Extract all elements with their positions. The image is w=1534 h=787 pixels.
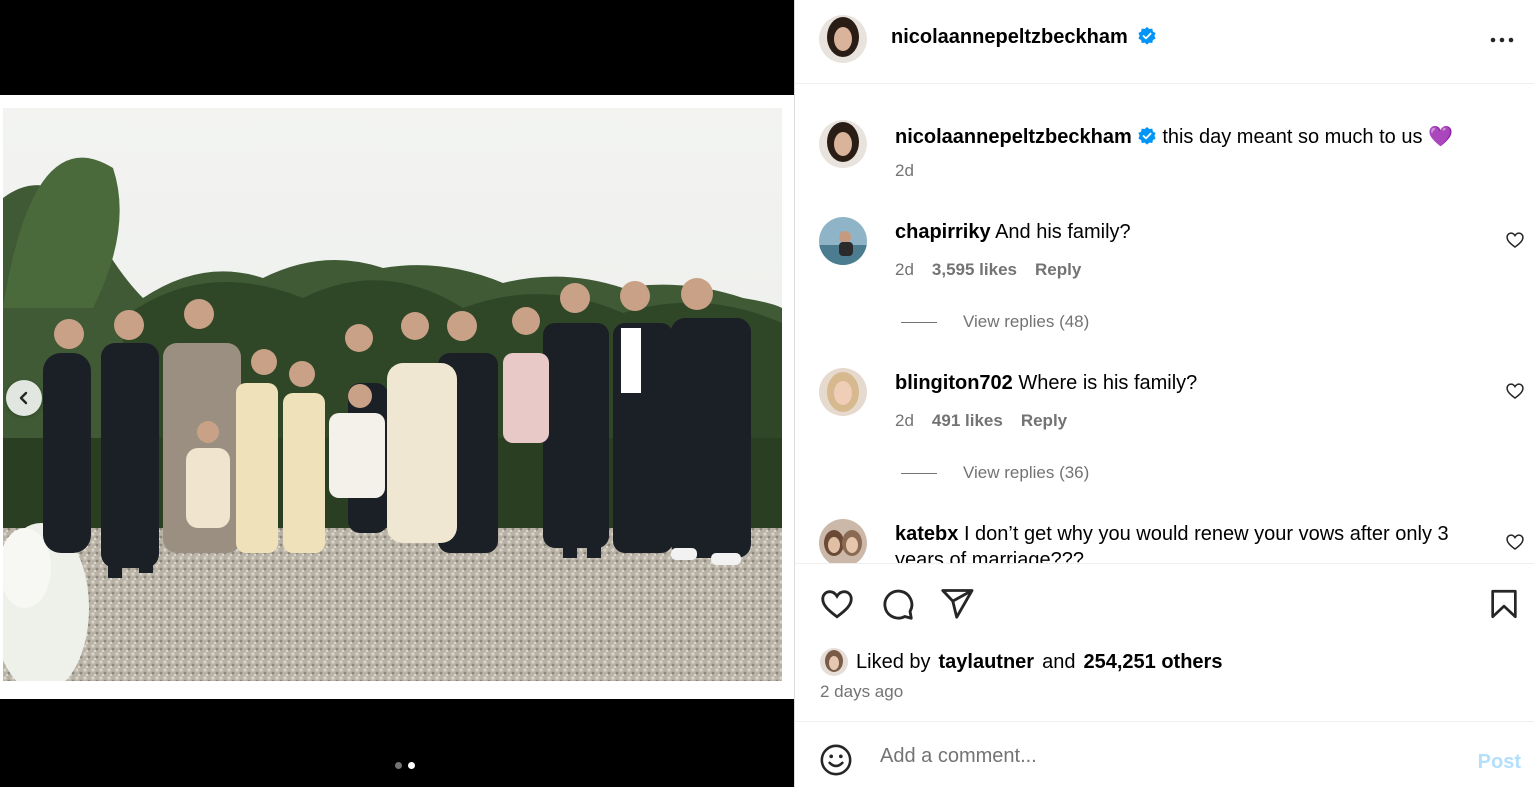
replies-divider (901, 321, 937, 323)
comments-list[interactable]: nicolaannepeltzbeckham this day meant so… (795, 85, 1534, 563)
more-options-button[interactable] (1489, 30, 1515, 55)
heart-icon (1506, 383, 1524, 400)
view-replies-button[interactable]: View replies (48) (901, 312, 1089, 332)
replies-divider (901, 472, 937, 474)
caption-row: nicolaannepeltzbeckham this day meant so… (795, 85, 1534, 195)
chevron-left-icon (19, 391, 28, 405)
author-avatar[interactable] (819, 15, 867, 63)
liked-by-and: and (1042, 650, 1076, 673)
comment-item: katebx I don’t get why you would renew y… (795, 517, 1534, 563)
comment-likes[interactable]: 491 likes (932, 411, 1003, 431)
comment-text-line: blingiton702 Where is his family? (895, 372, 1197, 395)
comment-username[interactable]: katebx (895, 523, 958, 545)
comment-username[interactable]: blingiton702 (895, 372, 1013, 394)
comment-text-continued: years of marriage??? (895, 549, 1084, 563)
verified-badge-icon (1138, 27, 1156, 45)
liked-by-others[interactable]: 254,251 others (1083, 651, 1222, 674)
heart-icon (1506, 534, 1524, 551)
comment-text: Where is his family? (1018, 372, 1198, 394)
verified-badge-icon (1138, 127, 1156, 145)
comment-like-button[interactable] (1505, 532, 1525, 557)
emoji-icon (820, 744, 852, 776)
header-username-wrap: nicolaannepeltzbeckham (891, 26, 1157, 49)
comment-avatar[interactable] (819, 217, 867, 265)
caption-text-line: nicolaannepeltzbeckham this day meant so… (895, 124, 1453, 149)
comment-like-button[interactable] (1505, 230, 1525, 255)
comment-meta: 2d 491 likes Reply (895, 411, 1067, 431)
likes-summary: Liked by taylautner and 254,251 others (820, 648, 1222, 676)
reply-button[interactable]: Reply (1021, 411, 1067, 431)
comment-icon (883, 589, 914, 620)
comment-age[interactable]: 2d (895, 411, 914, 431)
author-username[interactable]: nicolaannepeltzbeckham (891, 26, 1128, 48)
comment-text-line: chapirriky And his family? (895, 221, 1131, 244)
view-replies-label: View replies (48) (963, 312, 1090, 331)
comment-text-line-2: years of marriage??? (895, 549, 1084, 563)
share-button[interactable] (939, 586, 975, 627)
comment-text: And his family? (995, 221, 1131, 243)
caption-age[interactable]: 2d (895, 161, 914, 181)
post-details-pane: nicolaannepeltzbeckham nicolaannepeltzbe… (794, 0, 1534, 787)
photo-frame (0, 95, 794, 769)
post-photo (3, 108, 782, 681)
carousel-dot (395, 762, 402, 769)
comment-input[interactable] (880, 740, 1440, 772)
view-replies-label: View replies (36) (963, 463, 1090, 482)
liked-by-prefix: Liked by (856, 650, 931, 673)
post-timestamp[interactable]: 2 days ago (820, 682, 903, 702)
comment-like-button[interactable] (1505, 381, 1525, 406)
comment-item: blingiton702 Where is his family? 2d 491… (795, 366, 1534, 496)
comment-text-line: katebx I don’t get why you would renew y… (895, 523, 1449, 546)
save-button[interactable] (1487, 586, 1521, 627)
carousel-dot-active (408, 762, 415, 769)
comment-username[interactable]: chapirriky (895, 221, 991, 243)
post-media-pane (0, 0, 794, 787)
bookmark-icon (1491, 589, 1517, 619)
comment-age[interactable]: 2d (895, 260, 914, 280)
comment-button[interactable] (879, 586, 915, 627)
share-icon (941, 589, 974, 619)
comment-avatar[interactable] (819, 368, 867, 416)
comment-avatar[interactable] (819, 519, 867, 563)
liker-avatar[interactable] (820, 648, 848, 676)
comment-composer: Post (795, 721, 1534, 787)
emoji-picker-button[interactable] (819, 743, 853, 782)
reply-button[interactable]: Reply (1035, 260, 1081, 280)
post-comment-button[interactable]: Post (1478, 751, 1521, 774)
caption-text: this day meant so much to us 💜 (1162, 126, 1453, 148)
caption-meta: 2d (895, 161, 914, 181)
previous-slide-button[interactable] (6, 380, 42, 416)
comment-meta: 2d 3,595 likes Reply (895, 260, 1081, 280)
post-actions: Liked by taylautner and 254,251 others 2… (795, 563, 1534, 721)
view-replies-button[interactable]: View replies (36) (901, 463, 1089, 483)
caption-avatar[interactable] (819, 120, 867, 168)
caption-username[interactable]: nicolaannepeltzbeckham (895, 126, 1132, 148)
carousel-dots (395, 762, 415, 769)
heart-icon (1506, 232, 1524, 249)
heart-icon (821, 590, 853, 619)
post-header: nicolaannepeltzbeckham (795, 0, 1534, 84)
more-options-icon (1490, 37, 1514, 43)
like-button[interactable] (819, 586, 855, 627)
comment-item: chapirriky And his family? 2d 3,595 like… (795, 215, 1534, 345)
comment-likes[interactable]: 3,595 likes (932, 260, 1017, 280)
liked-by-user[interactable]: taylautner (939, 651, 1035, 674)
comment-text: I don’t get why you would renew your vow… (963, 523, 1449, 545)
